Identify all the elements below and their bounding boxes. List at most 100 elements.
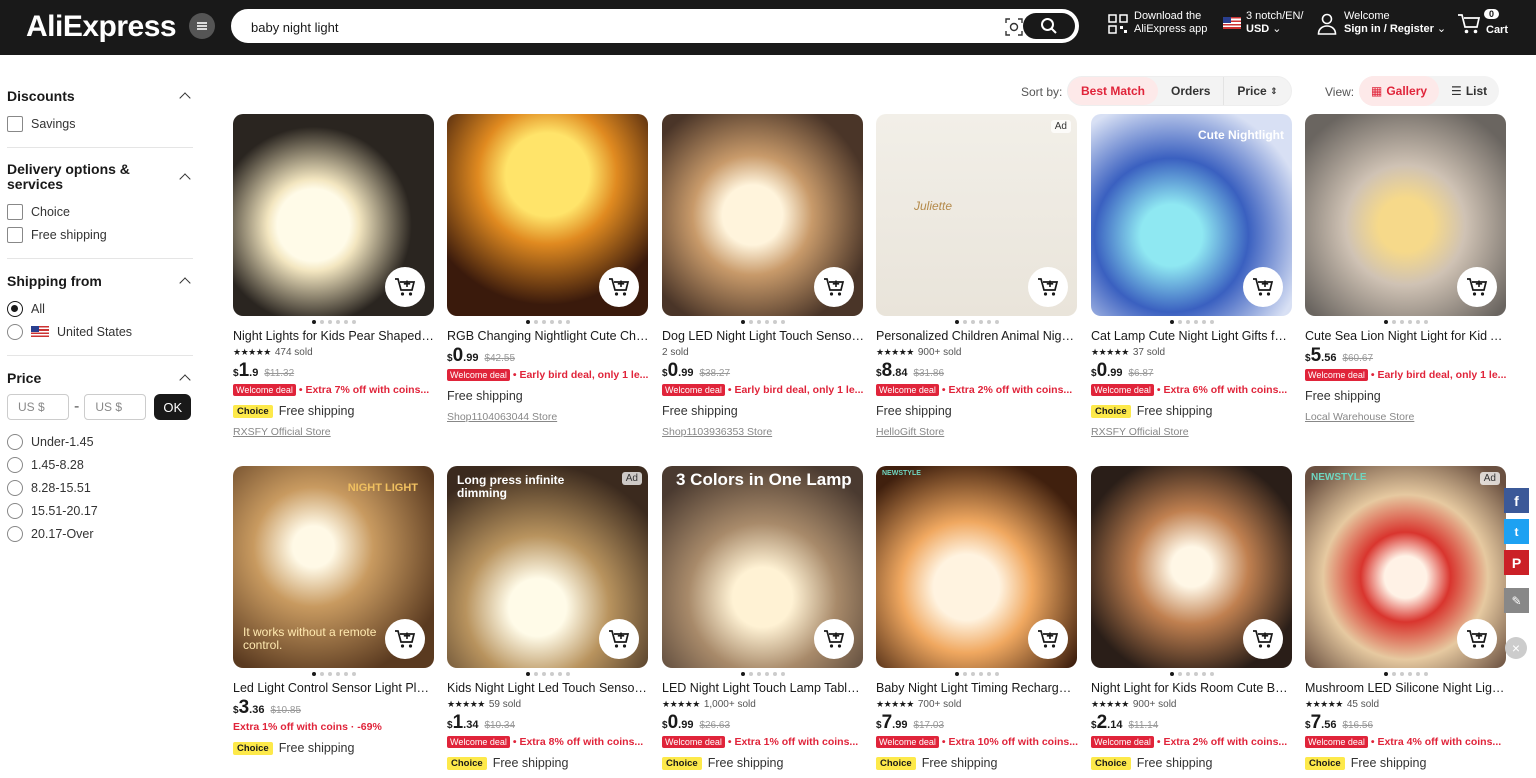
- view-gallery[interactable]: ▦ Gallery: [1359, 76, 1440, 106]
- radio[interactable]: [7, 525, 23, 542]
- sort-best-match[interactable]: Best Match: [1068, 77, 1159, 105]
- product-image[interactable]: [233, 114, 434, 316]
- add-to-cart-button[interactable]: [599, 619, 639, 659]
- filter-option-choice[interactable]: Choice: [7, 200, 193, 223]
- checkbox[interactable]: [7, 115, 23, 132]
- product-title[interactable]: Kids Night Light Led Touch Sensor L...: [447, 680, 649, 697]
- add-to-cart-button[interactable]: [1243, 619, 1283, 659]
- twitter-share-icon[interactable]: t: [1504, 519, 1529, 544]
- product-card[interactable]: NEWSTYLE Baby Night Light Timing Recharge…: [876, 466, 1078, 774]
- product-image[interactable]: [1091, 466, 1292, 668]
- radio[interactable]: [7, 323, 23, 340]
- price-max-input[interactable]: US $: [84, 394, 147, 420]
- product-title[interactable]: Dog LED Night Light Touch Sensor ...: [662, 328, 864, 345]
- add-to-cart-button[interactable]: [599, 267, 639, 307]
- checkbox[interactable]: [7, 226, 23, 243]
- store-link[interactable]: RXSFY Official Store: [233, 424, 435, 440]
- product-title[interactable]: Personalized Children Animal Night-...: [876, 328, 1078, 345]
- add-to-cart-button[interactable]: [1457, 267, 1497, 307]
- aliexpress-logo[interactable]: AliExpress: [26, 10, 177, 44]
- price-range-option[interactable]: Under-1.45: [7, 430, 193, 453]
- product-image[interactable]: [662, 114, 863, 316]
- image-search-icon[interactable]: [1005, 18, 1023, 36]
- product-image[interactable]: [447, 114, 648, 316]
- radio[interactable]: [7, 479, 23, 496]
- price-range-option[interactable]: 8.28-15.51: [7, 476, 193, 499]
- checkbox[interactable]: [7, 203, 23, 220]
- filter-option-united-states[interactable]: United States: [7, 320, 193, 343]
- product-card[interactable]: Juliette Ad Personalized Children Animal N…: [876, 114, 1078, 440]
- user-icon[interactable]: [1317, 13, 1337, 35]
- product-card[interactable]: Long press infinite dimming Ad Kids Night …: [447, 466, 649, 774]
- search-button[interactable]: [1023, 13, 1075, 39]
- product-title[interactable]: Night Light for Kids Room Cute Bun...: [1091, 680, 1293, 697]
- product-title[interactable]: Cat Lamp Cute Night Light Gifts for...: [1091, 328, 1293, 345]
- product-title[interactable]: Mushroom LED Silicone Night Light ...: [1305, 680, 1507, 697]
- product-card[interactable]: Night Lights for Kids Pear Shaped C... ★★…: [233, 114, 435, 440]
- account-menu[interactable]: Welcome Sign in / Register ⌄: [1344, 10, 1446, 36]
- add-to-cart-button[interactable]: [1243, 267, 1283, 307]
- filter-option-free-shipping[interactable]: Free shipping: [7, 223, 193, 246]
- filter-option-savings[interactable]: Savings: [7, 112, 193, 135]
- product-title[interactable]: Baby Night Light Timing Rechargea...: [876, 680, 1078, 697]
- product-image[interactable]: Cute Nightlight: [1091, 114, 1292, 316]
- product-card[interactable]: NEWSTYLE Ad Mushroom LED Silicone Night Li…: [1305, 466, 1507, 774]
- price-range-option[interactable]: 15.51-20.17: [7, 499, 193, 522]
- product-image[interactable]: NEWSTYLE: [876, 466, 1077, 668]
- price-min-input[interactable]: US $: [7, 394, 69, 420]
- product-card[interactable]: Cute Sea Lion Night Light for Kid Ad... $…: [1305, 114, 1507, 425]
- product-title[interactable]: Led Light Control Sensor Light Plug-...: [233, 680, 435, 697]
- radio[interactable]: [7, 502, 23, 519]
- product-title[interactable]: RGB Changing Nightlight Cute Chick...: [447, 328, 649, 345]
- product-card[interactable]: RGB Changing Nightlight Cute Chick... $0.…: [447, 114, 649, 425]
- product-image[interactable]: Long press infinite dimming Ad: [447, 466, 648, 668]
- sort-orders[interactable]: Orders: [1158, 77, 1223, 105]
- sort-price[interactable]: Price ⇕: [1223, 77, 1290, 105]
- add-to-cart-button[interactable]: [1028, 619, 1068, 659]
- price-range-option[interactable]: 1.45-8.28: [7, 453, 193, 476]
- product-card[interactable]: Cute Nightlight Cat Lamp Cute Night Light…: [1091, 114, 1293, 440]
- add-to-cart-button[interactable]: [814, 619, 854, 659]
- chevron-up-icon[interactable]: [179, 374, 191, 386]
- filter-option-all[interactable]: All: [7, 297, 193, 320]
- close-icon[interactable]: ×: [1505, 637, 1527, 659]
- download-app-link[interactable]: Download the AliExpress app: [1134, 10, 1207, 36]
- product-card[interactable]: Dog LED Night Light Touch Sensor ... 2 so…: [662, 114, 864, 440]
- radio-selected[interactable]: [7, 300, 23, 317]
- add-to-cart-button[interactable]: [1457, 619, 1497, 659]
- product-image[interactable]: [1305, 114, 1506, 316]
- chevron-up-icon[interactable]: [179, 277, 191, 289]
- chevron-up-icon[interactable]: [179, 92, 191, 104]
- product-title[interactable]: LED Night Light Touch Lamp Table ...: [662, 680, 864, 697]
- price-ok-button[interactable]: OK: [154, 394, 192, 420]
- view-list[interactable]: ☰ List: [1439, 76, 1499, 106]
- facebook-share-icon[interactable]: f: [1504, 488, 1529, 513]
- cart-icon[interactable]: [1457, 13, 1481, 35]
- store-link[interactable]: HelloGift Store: [876, 424, 1078, 440]
- store-link[interactable]: Shop1103936353 Store: [662, 424, 864, 440]
- radio[interactable]: [7, 433, 23, 450]
- product-card[interactable]: Night Light for Kids Room Cute Bun... ★★★…: [1091, 466, 1293, 774]
- locale-selector[interactable]: 3 notch/EN/ USD ⌄: [1246, 10, 1303, 36]
- product-title[interactable]: Cute Sea Lion Night Light for Kid Ad...: [1305, 328, 1507, 345]
- price-range-option[interactable]: 20.17-Over: [7, 522, 193, 545]
- product-image[interactable]: 3 Colors in One Lamp: [662, 466, 863, 668]
- store-link[interactable]: Local Warehouse Store: [1305, 409, 1507, 425]
- radio[interactable]: [7, 456, 23, 473]
- store-link[interactable]: RXSFY Official Store: [1091, 424, 1293, 440]
- add-to-cart-button[interactable]: [1028, 267, 1068, 307]
- product-title[interactable]: Night Lights for Kids Pear Shaped C...: [233, 328, 435, 345]
- search-input[interactable]: [251, 17, 991, 37]
- menu-icon[interactable]: [189, 13, 215, 39]
- product-image[interactable]: NIGHT LIGHT It works without a remote con…: [233, 466, 434, 668]
- cart-label[interactable]: Cart: [1486, 24, 1508, 37]
- add-to-cart-button[interactable]: [814, 267, 854, 307]
- pinterest-share-icon[interactable]: P: [1504, 550, 1529, 575]
- store-link[interactable]: Shop1104063044 Store: [447, 409, 649, 425]
- product-image[interactable]: NEWSTYLE Ad: [1305, 466, 1506, 668]
- product-card[interactable]: NIGHT LIGHT It works without a remote con…: [233, 466, 435, 759]
- qr-code-icon[interactable]: [1108, 14, 1128, 34]
- product-card[interactable]: 3 Colors in One Lamp LED Night Light Touc…: [662, 466, 864, 774]
- add-to-cart-button[interactable]: [385, 619, 425, 659]
- add-to-cart-button[interactable]: [385, 267, 425, 307]
